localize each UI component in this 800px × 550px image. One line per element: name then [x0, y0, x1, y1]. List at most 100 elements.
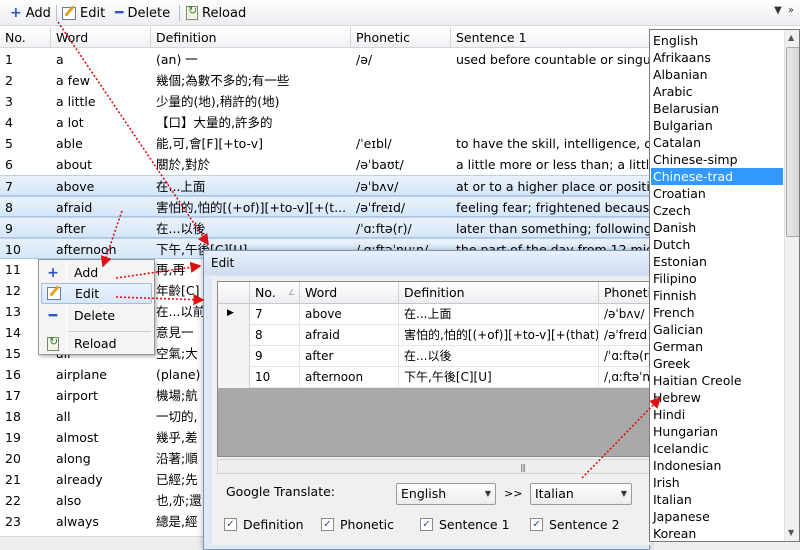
edit-cell-no[interactable]: 9	[250, 346, 300, 367]
table-row[interactable]: 4 a lot 【口】大量的,許多的	[0, 112, 650, 133]
table-row[interactable]: 1 a (an) 一/ə/used before countable or sing…	[0, 49, 650, 70]
language-list-scrollbar[interactable]: ▲ ▼	[784, 30, 799, 541]
cell-s1: feeling fear; frightened because y	[456, 200, 650, 215]
edit-table-row[interactable]: 8 afraid 害怕的,怕的[(+of)][+to-v][+(that)]/əˈf…	[218, 325, 650, 346]
language-option[interactable]: English	[651, 32, 783, 49]
checkbox-phonetic[interactable]: ✓ Phonetic	[321, 517, 394, 532]
language-option[interactable]: Chinese-trad	[651, 168, 783, 185]
edit-cell-no[interactable]: 7	[250, 304, 300, 325]
column-header-no[interactable]: No.	[0, 27, 51, 48]
context-menu-delete[interactable]: ━ Delete	[41, 305, 152, 326]
delete-button[interactable]: ━ Delete	[115, 3, 170, 23]
edit-cell-def[interactable]: 在...上面	[399, 304, 599, 325]
column-header-sentence-1[interactable]: Sentence 1	[451, 27, 650, 48]
column-header-definition[interactable]: Definition	[151, 27, 351, 48]
edit-cell-no[interactable]: 8	[250, 325, 300, 346]
row-header[interactable]	[218, 367, 250, 388]
language-option[interactable]: Hungarian	[651, 423, 783, 440]
edit-cell-word[interactable]: afraid	[300, 325, 399, 346]
language-option[interactable]: Bulgarian	[651, 117, 783, 134]
edit-cell-phon[interactable]: /ˈɑːftə(r	[599, 346, 650, 367]
add-button[interactable]: + Add	[10, 3, 51, 23]
language-option[interactable]: Belarusian	[651, 100, 783, 117]
column-header-phonetic[interactable]: Phonetic	[351, 27, 451, 48]
edit-table-row[interactable]: 10 afternoon 下午,午後[C][U]/ˌɑːftəˈn	[218, 367, 650, 388]
checkbox-sentence-1-box[interactable]: ✓	[420, 518, 433, 531]
language-option[interactable]: Afrikaans	[651, 49, 783, 66]
table-row[interactable]: 8 afraid 害怕的,怕的[(+of)][+to-v][+(t... /əˈfre…	[0, 196, 650, 217]
reload-button[interactable]: Reload	[186, 3, 246, 23]
language-option[interactable]: Czech	[651, 202, 783, 219]
language-option[interactable]: German	[651, 338, 783, 355]
edit-cell-no[interactable]: 10	[250, 367, 300, 388]
language-option[interactable]: Finnish	[651, 287, 783, 304]
language-option[interactable]: Greek	[651, 355, 783, 372]
column-header-word[interactable]: Word	[51, 27, 151, 48]
table-row[interactable]: 9 after 在...以後/ˈɑːftə(r)/ later than someth…	[0, 217, 650, 238]
edit-column-header-phonetic[interactable]: Phoneti	[599, 282, 650, 304]
edit-table-row[interactable]: ▶ 7 above 在...上面/əˈbʌv/	[218, 304, 650, 325]
language-option[interactable]: Chinese-simp	[651, 151, 783, 168]
edit-button[interactable]: Edit	[62, 3, 105, 23]
checkbox-definition[interactable]: ✓ Definition	[224, 517, 304, 532]
language-list-scroll-thumb[interactable]	[786, 47, 799, 237]
to-language-select[interactable]: Italian ▼	[530, 483, 632, 505]
edit-table-row[interactable]: 9 after 在...以後/ˈɑːftə(r	[218, 346, 650, 367]
table-row[interactable]: 7 above 在...上面/əˈbʌv/at or to a higher pla…	[0, 175, 650, 196]
edit-cell-word[interactable]: above	[300, 304, 399, 325]
overflow-icon[interactable]: »	[788, 5, 794, 16]
edit-cell-def[interactable]: 下午,午後[C][U]	[399, 367, 599, 388]
edit-cell-def[interactable]: 在...以後	[399, 346, 599, 367]
edit-column-header-no[interactable]: No. ∠	[250, 282, 300, 304]
language-option[interactable]: Japanese	[651, 508, 783, 525]
checkbox-definition-box[interactable]: ✓	[224, 518, 237, 531]
language-option[interactable]: Catalan	[651, 134, 783, 151]
edit-cell-phon[interactable]: /ˌɑːftəˈn	[599, 367, 650, 388]
language-option[interactable]: Irish	[651, 474, 783, 491]
language-option[interactable]: Italian	[651, 491, 783, 508]
language-option[interactable]: Korean	[651, 525, 783, 541]
language-option[interactable]: Albanian	[651, 66, 783, 83]
language-option[interactable]: Estonian	[651, 253, 783, 270]
context-menu-add[interactable]: + Add	[41, 262, 152, 283]
language-option[interactable]: Danish	[651, 219, 783, 236]
chevron-down-icon[interactable]: ▼	[774, 5, 782, 16]
language-option[interactable]: Arabic	[651, 83, 783, 100]
edit-cell-word[interactable]: after	[300, 346, 399, 367]
edit-column-header-definition[interactable]: Definition	[399, 282, 599, 304]
edit-cell-phon[interactable]: /əˈbʌv/	[599, 304, 650, 325]
edit-cell-phon[interactable]: /əˈfreɪd	[599, 325, 650, 346]
table-row[interactable]: 2 a few 幾個;為數不多的;有一些	[0, 70, 650, 91]
language-option[interactable]: French	[651, 304, 783, 321]
language-option[interactable]: Icelandic	[651, 440, 783, 457]
language-option[interactable]: Indonesian	[651, 457, 783, 474]
table-row[interactable]: 5 able 能,可,會[F][+to-v] /ˈeɪbl/to have the s…	[0, 133, 650, 154]
checkbox-sentence-2[interactable]: ✓ Sentence 2	[530, 517, 620, 532]
language-option[interactable]: Croatian	[651, 185, 783, 202]
row-header[interactable]	[218, 325, 250, 346]
language-list[interactable]: English Afrikaans Albanian Arabic Belarusian…	[649, 29, 800, 542]
row-header[interactable]	[218, 346, 250, 367]
table-row[interactable]: 3 a little 少量的(地),稍許的(地)	[0, 91, 650, 112]
context-menu-reload[interactable]: Reload	[41, 333, 152, 354]
scroll-down-icon[interactable]: ▼	[788, 528, 794, 537]
language-option[interactable]: Dutch	[651, 236, 783, 253]
scroll-up-icon[interactable]: ▲	[788, 33, 794, 42]
language-option[interactable]: Hebrew	[651, 389, 783, 406]
language-option[interactable]: Haitian Creole	[651, 372, 783, 389]
checkbox-phonetic-box[interactable]: ✓	[321, 518, 334, 531]
edit-cell-word[interactable]: afternoon	[300, 367, 399, 388]
language-option[interactable]: Hindi	[651, 406, 783, 423]
context-menu-edit[interactable]: Edit	[41, 283, 152, 304]
checkbox-sentence-1[interactable]: ✓ Sentence 1	[420, 517, 510, 532]
language-option[interactable]: Filipino	[651, 270, 783, 287]
edit-grid-scrollbar[interactable]: |||	[217, 459, 651, 474]
toolbar-overflow[interactable]: ▼ »	[774, 5, 794, 16]
edit-cell-def[interactable]: 害怕的,怕的[(+of)][+to-v][+(that)]	[399, 325, 599, 346]
row-header[interactable]: ▶	[218, 304, 250, 325]
checkbox-sentence-2-box[interactable]: ✓	[530, 518, 543, 531]
from-language-select[interactable]: English ▼	[396, 483, 496, 505]
language-option[interactable]: Galician	[651, 321, 783, 338]
table-row[interactable]: 6 about 關於,對於/əˈbaʊt/a little more or less…	[0, 154, 650, 175]
edit-column-header-word[interactable]: Word	[300, 282, 399, 304]
